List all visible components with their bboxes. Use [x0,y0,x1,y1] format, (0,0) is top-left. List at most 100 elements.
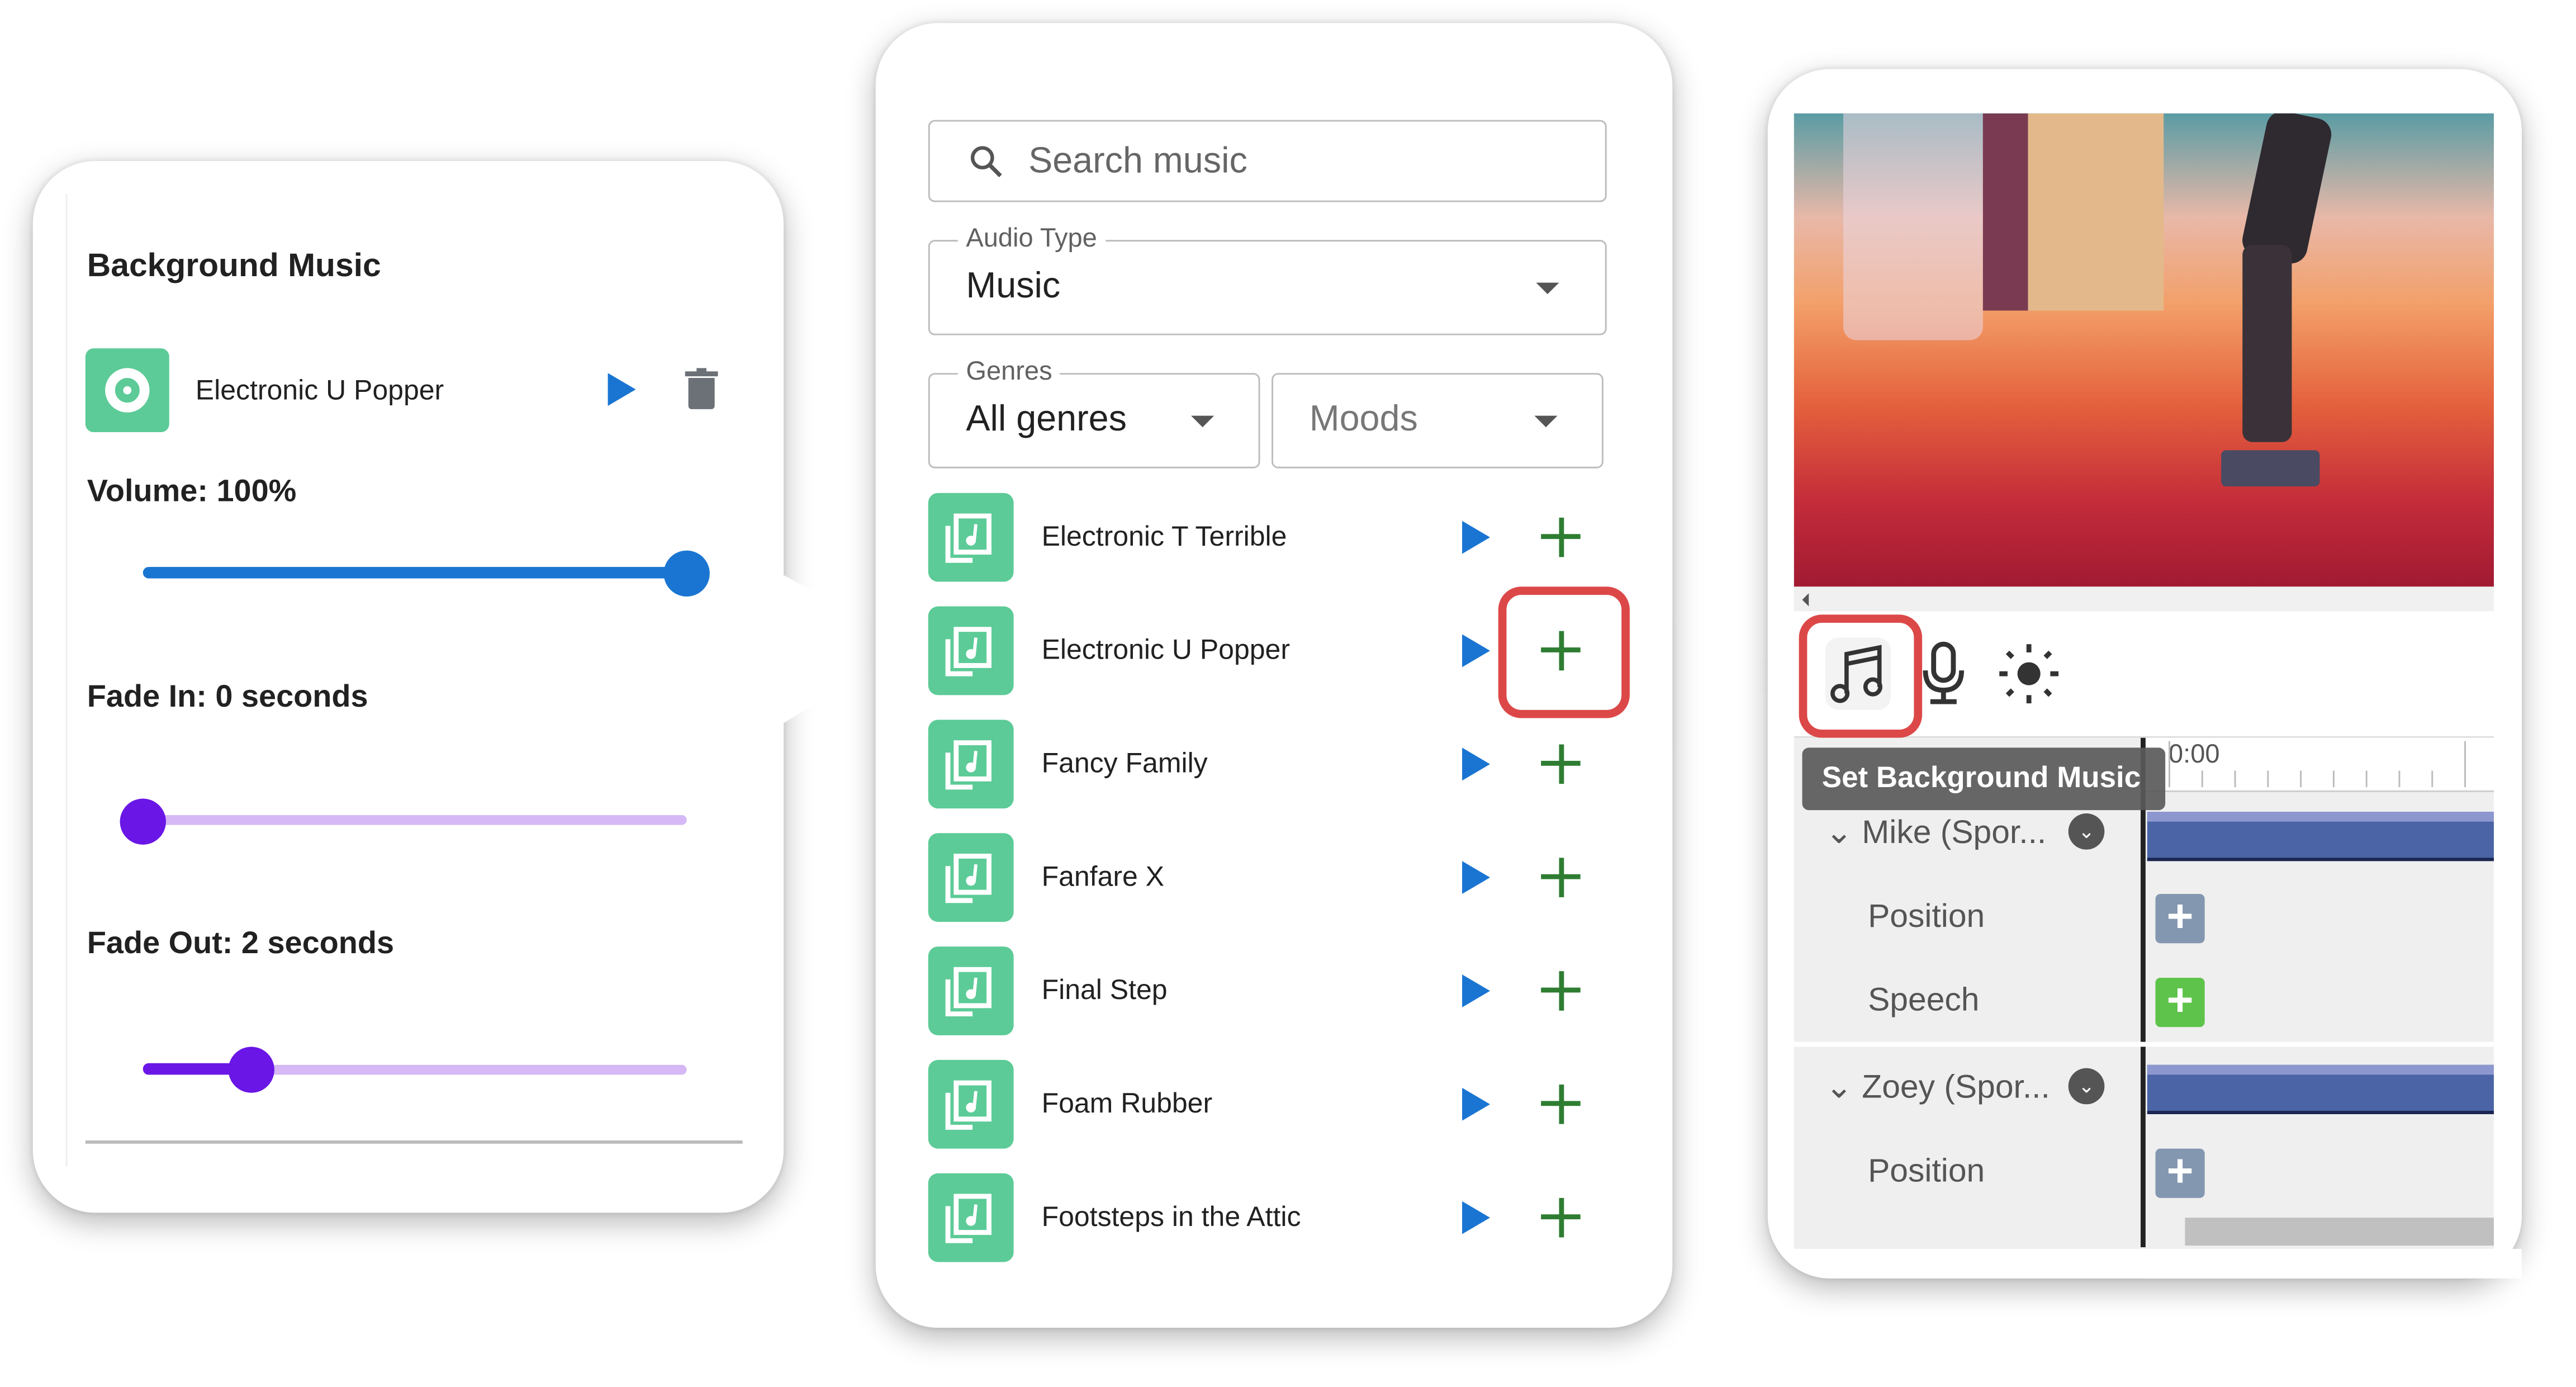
add-position-button[interactable]: + [2155,1148,2205,1198]
track-name: Final Step [1041,974,1168,1006]
search-placeholder: Search music [1028,139,1247,181]
play-icon[interactable] [1462,1087,1491,1121]
moods-placeholder: Moods [1309,397,1418,439]
audio-type-label: Audio Type [957,225,1106,255]
highlight-box [1498,586,1630,718]
track-menu-icon[interactable]: ⌄ [2068,1068,2105,1105]
genres-select[interactable]: Genres All genres [928,358,1260,468]
microphone-icon[interactable] [1919,641,1968,707]
volume-slider-thumb[interactable] [663,550,710,597]
search-icon [970,146,1002,178]
row-label: Position [1868,898,1985,935]
chevron-down-icon [1191,415,1215,428]
track-name: Foam Rubber [1041,1087,1213,1119]
chevron-down-icon [1536,282,1559,295]
row-label: Position [1868,1153,1985,1190]
playhead[interactable] [2141,737,2146,1248]
disc-icon [85,348,169,433]
music-file-icon [928,833,1014,922]
time-ruler[interactable]: 0:00 [2143,737,2494,792]
chevron-down-icon[interactable]: ⌄ [1825,815,1853,851]
search-input[interactable]: Search music [928,120,1607,202]
music-file-icon [928,1173,1014,1262]
track-list-item[interactable]: Fancy Family [928,719,1619,809]
music-file-icon [928,719,1014,809]
track-menu-icon[interactable]: ⌄ [2068,813,2105,850]
ruler-tick [2267,770,2269,787]
music-library-panel: Search music Audio Type Music Genres All… [875,23,1673,1328]
track-list-item[interactable]: Final Step [928,946,1619,1035]
add-icon[interactable] [1541,517,1581,557]
music-file-icon [928,493,1014,582]
track-list-item[interactable]: Electronic T Terrible [928,493,1619,582]
timeline-clip[interactable] [2147,1064,2494,1114]
panel-title: Background Music [87,248,381,285]
panel-border [65,193,68,1167]
play-icon[interactable] [1462,520,1491,554]
selected-track-name: Electronic U Popper [195,375,444,406]
track-list-item[interactable]: Footsteps in the Attic [928,1173,1619,1262]
timeline-scrollbar[interactable] [2185,1218,2494,1246]
track-list-item[interactable]: Foam Rubber [928,1059,1619,1149]
chevron-down-icon[interactable]: ⌄ [1825,1070,1853,1106]
moods-select[interactable]: Moods [1272,373,1604,468]
chevron-down-icon [1534,415,1558,428]
add-position-button[interactable]: + [2155,893,2205,944]
divider [85,1140,743,1144]
timeline-clip[interactable] [2147,812,2494,861]
timecode: 0:00 [2169,741,2220,769]
scene-character-leg [2221,113,2335,524]
divider [1794,1042,2494,1047]
play-icon[interactable] [1462,634,1491,668]
horizontal-scrollbar[interactable] [1794,586,2494,612]
track-name: Zoey (Spor... [1862,1069,2050,1106]
audio-type-select[interactable]: Audio Type Music [928,225,1607,335]
play-icon[interactable] [1462,974,1491,1007]
add-icon[interactable] [1541,1085,1581,1124]
fade-in-label: Fade In: 0 seconds [87,680,368,715]
genres-label: Genres [957,358,1061,388]
music-file-icon [928,946,1014,1035]
play-icon[interactable] [1462,1201,1491,1234]
track-header-zoey[interactable]: ⌄ Zoey (Spor... [1825,1067,2050,1107]
fade-in-slider-thumb[interactable] [120,798,166,845]
track-list-item[interactable]: Fanfare X [928,833,1619,922]
highlight-box [1799,614,1923,738]
fade-out-label: Fade Out: 2 seconds [87,926,395,962]
play-icon[interactable] [608,373,636,406]
music-file-icon [928,606,1014,695]
music-file-icon [928,1059,1014,1149]
ruler-tick [2398,770,2401,787]
ruler-tick [2300,770,2302,787]
play-icon[interactable] [1462,747,1491,781]
add-icon[interactable] [1541,744,1581,784]
add-icon[interactable] [1541,971,1581,1011]
ruler-tick [2365,770,2368,787]
track-name: Electronic U Popper [1041,634,1290,666]
ruler-tick [2201,770,2203,787]
trash-icon[interactable] [685,368,718,409]
track-name: Mike (Spor... [1862,815,2047,851]
scene-cabinet [1982,113,2164,311]
row-label: Speech [1868,982,1980,1019]
add-icon[interactable] [1541,858,1581,897]
ruler-tick [2464,741,2466,787]
panel-bottom-mask [2143,1248,2522,1279]
track-name: Fancy Family [1041,747,1208,779]
ruler-tick [2431,770,2433,787]
play-icon[interactable] [1462,861,1491,894]
tooltip-text: Set Background Music [1821,760,2141,794]
track-header-mike[interactable]: ⌄ Mike (Spor... [1825,812,2047,853]
track-name: Fanfare X [1041,861,1165,893]
background-music-panel: Background Music Electronic U Popper Vol… [32,161,784,1213]
add-icon[interactable] [1541,1197,1581,1238]
video-preview[interactable] [1794,113,2494,587]
tooltip: Set Background Music [1802,747,2166,811]
add-speech-button[interactable]: + [2155,977,2205,1028]
tool-overlay [1843,113,1983,340]
brightness-icon[interactable] [1996,641,2062,707]
ruler-tick [2332,770,2335,787]
volume-label: Volume: 100% [87,475,297,510]
fade-out-slider-thumb[interactable] [228,1047,274,1093]
track-name: Footsteps in the Attic [1041,1201,1301,1233]
